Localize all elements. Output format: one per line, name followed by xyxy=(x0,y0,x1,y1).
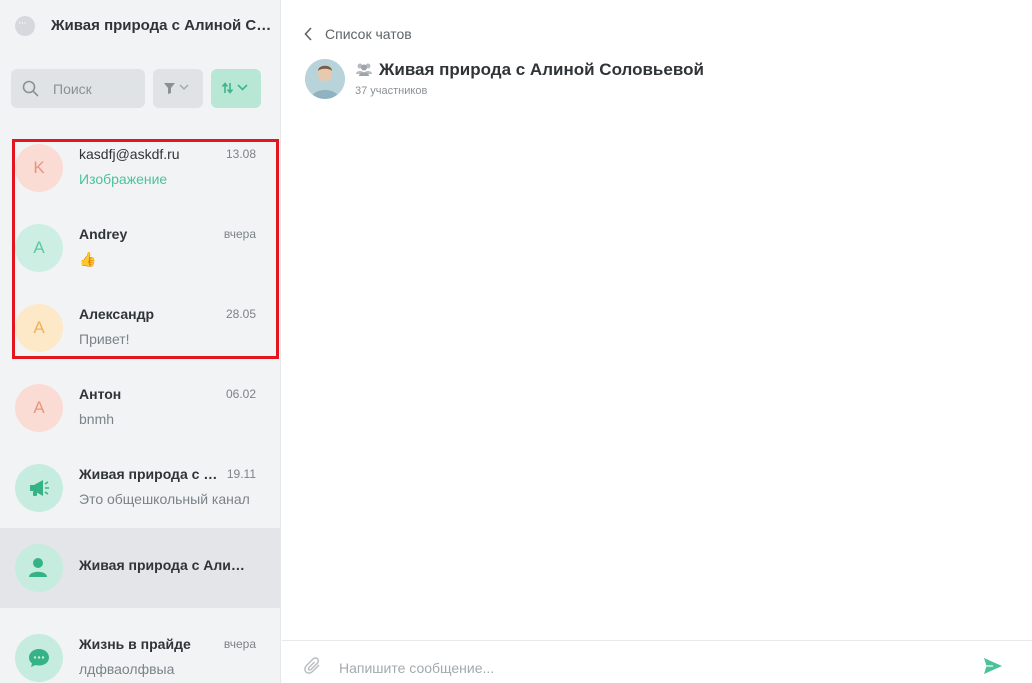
members-count: 37 участников xyxy=(355,85,428,97)
chat-date: 28.05 xyxy=(225,307,256,321)
sort-button[interactable] xyxy=(211,69,261,108)
chat-preview: 👍 xyxy=(79,251,97,267)
search-input[interactable]: Поиск xyxy=(53,81,92,97)
chat-date: 06.02 xyxy=(225,387,256,401)
avatar xyxy=(15,464,63,512)
chat-date: вчера xyxy=(223,227,256,241)
chat-name: Александр xyxy=(79,306,155,322)
filter-button[interactable] xyxy=(153,69,203,108)
chat-bubble-icon xyxy=(29,649,49,667)
group-icon xyxy=(356,63,372,76)
chat-item[interactable]: Живая природа с Алиной Соловьевой 19.11 … xyxy=(0,448,280,528)
avatar: A xyxy=(15,304,63,352)
chat-title: Живая природа с Алиной Соловьевой xyxy=(379,60,704,79)
chat-item[interactable]: K kasdfj@askdf.ru 13.08 Изображение xyxy=(0,128,280,208)
chat-name: Жизнь в прайде xyxy=(79,636,191,652)
chat-preview: bnmh xyxy=(79,411,115,427)
chevron-left-icon xyxy=(304,27,312,41)
avatar xyxy=(15,634,63,682)
chat-name: kasdfj@askdf.ru xyxy=(79,146,180,162)
chat-item-active[interactable]: Живая природа с Алиной Соловьевой xyxy=(0,528,280,608)
chat-name: Живая природа с Алиной Соловьевой xyxy=(79,557,245,573)
sidebar: Живая природа с Алиной Соловьевой Поиск xyxy=(0,0,281,683)
chat-name: Живая природа с Алиной Соловьевой xyxy=(79,466,219,482)
search-icon xyxy=(22,80,39,97)
sidebar-title: Живая природа с Алиной Соловьевой xyxy=(51,17,276,34)
chat-avatar[interactable] xyxy=(305,59,345,99)
chat-main: Список чатов Живая природа с Алиной Соло… xyxy=(282,0,1032,683)
megaphone-icon xyxy=(30,480,49,496)
person-photo-icon xyxy=(305,59,345,99)
filter-icon xyxy=(164,83,189,94)
chat-date: 19.11 xyxy=(226,467,256,481)
paperclip-icon[interactable] xyxy=(304,657,322,675)
chat-preview: Это общешкольный канал xyxy=(79,491,250,507)
back-link[interactable]: Список чатов xyxy=(304,24,412,44)
chat-list: K kasdfj@askdf.ru 13.08 Изображение A An… xyxy=(0,128,280,683)
chat-app: Живая природа с Алиной Соловьевой Поиск xyxy=(0,0,1032,683)
sidebar-header: Живая природа с Алиной Соловьевой xyxy=(0,0,280,52)
chat-date: вчера xyxy=(223,637,256,651)
chat-logo-icon xyxy=(15,16,35,36)
avatar-initial: A xyxy=(33,318,45,337)
message-input[interactable] xyxy=(339,651,959,683)
search-box[interactable]: Поиск xyxy=(11,69,145,108)
chat-preview: Изображение xyxy=(79,171,168,187)
sort-icon xyxy=(221,82,248,94)
chat-date: 13.08 xyxy=(225,147,256,161)
send-icon[interactable] xyxy=(983,657,1003,675)
chat-item[interactable]: A Andrey вчера 👍 xyxy=(0,208,280,288)
avatar-initial: K xyxy=(33,158,45,177)
message-composer xyxy=(282,640,1032,683)
chat-item[interactable]: A Антон 06.02 bnmh xyxy=(0,368,280,448)
avatar: K xyxy=(15,144,63,192)
avatar: A xyxy=(15,224,63,272)
avatar: A xyxy=(15,384,63,432)
chat-item[interactable]: A Александр 28.05 Привет! xyxy=(0,288,280,368)
avatar xyxy=(15,544,63,592)
chat-name: Andrey xyxy=(79,226,128,242)
chat-preview: Привет! xyxy=(79,331,130,347)
user-icon xyxy=(29,558,47,577)
chat-preview: лдфваолфвыа xyxy=(79,661,175,677)
avatar-initial: A xyxy=(33,398,45,417)
chat-name: Антон xyxy=(79,386,122,402)
back-label: Список чатов xyxy=(325,26,412,42)
avatar-initial: A xyxy=(33,238,45,257)
chat-item[interactable]: Жизнь в прайде вчера лдфваолфвыа xyxy=(0,618,280,683)
